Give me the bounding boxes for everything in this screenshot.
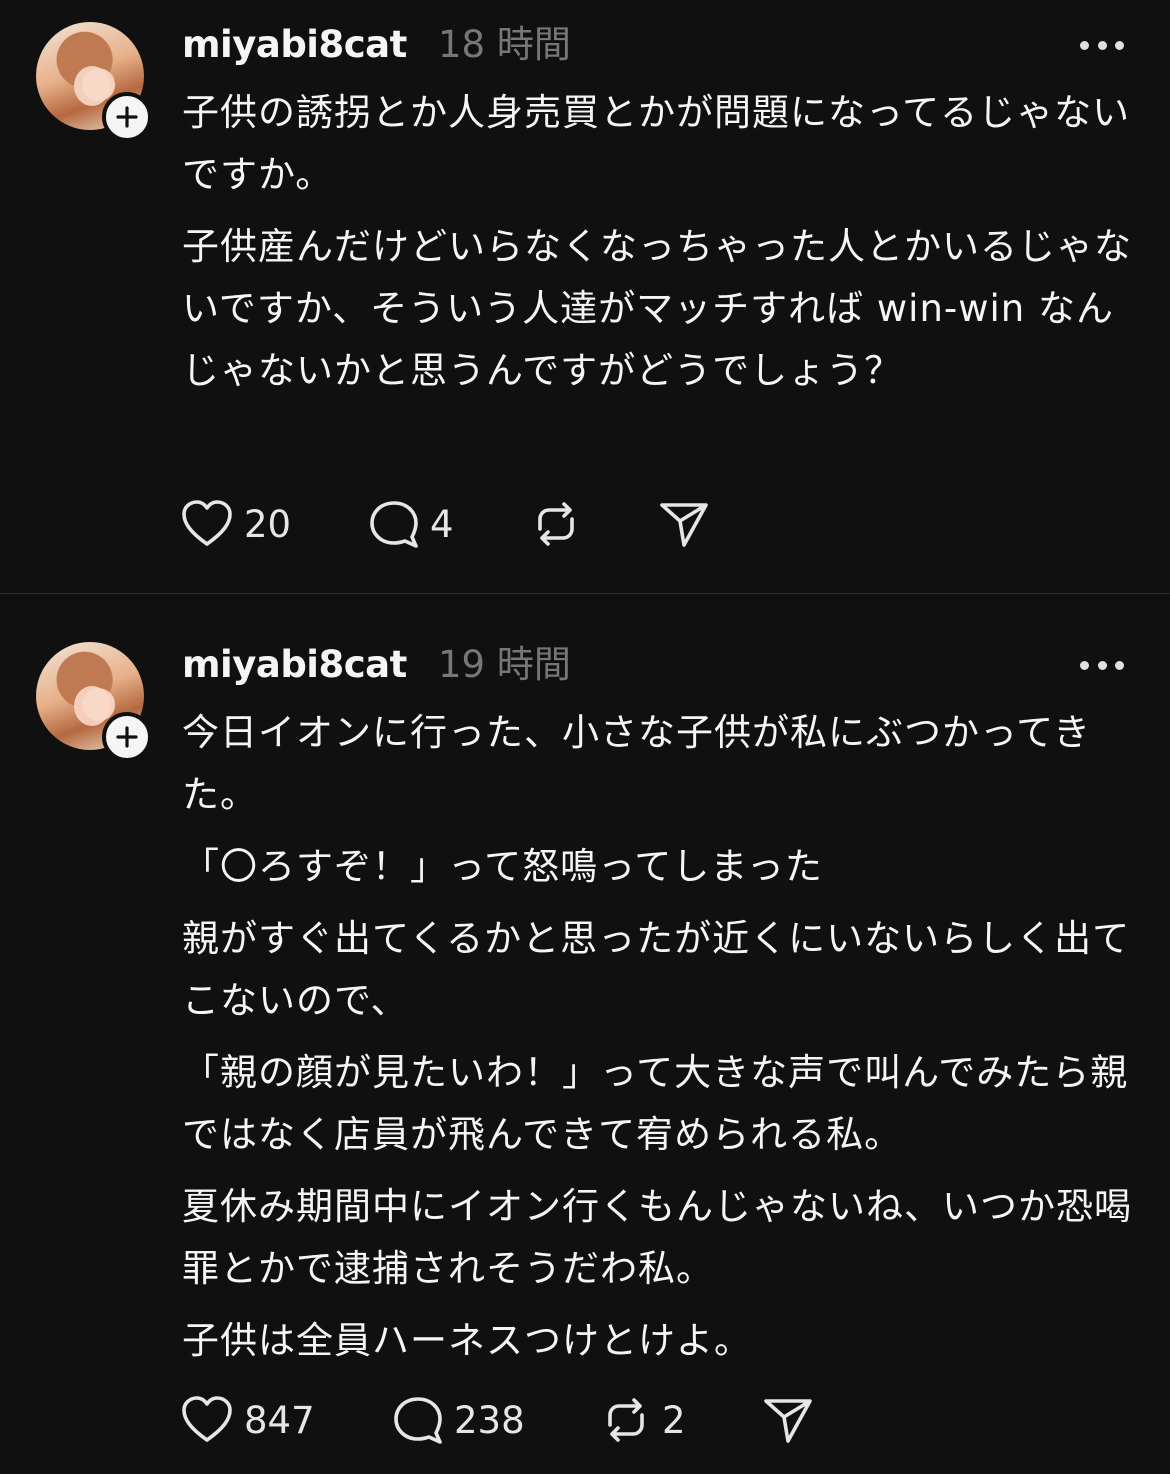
post-paragraph: 「〇ろすぞ！」って怒鳴ってしまった (182, 845, 823, 888)
username[interactable]: miyabi8cat (182, 22, 407, 68)
send-icon (764, 1399, 812, 1443)
post-paragraph: 「親の顔が見たいわ！」って大きな声で叫んでみたら親ではなく店員が飛んできて宥めら… (182, 1051, 1129, 1156)
post-actions: 20 4 (180, 498, 740, 550)
username[interactable]: miyabi8cat (182, 642, 407, 688)
comment-icon (370, 501, 418, 548)
reply-button[interactable]: 4 (368, 498, 454, 550)
post-actions: 847 238 2 (180, 1394, 840, 1446)
post-paragraph: 今日イオンに行った、小さな子供が私にぶつかってきた。 (182, 711, 1092, 816)
post-body: 子供の誘拐とか人身売買とかが問題になってるじゃないですか。 子供産んだけどいらな… (182, 82, 1132, 402)
repost-button[interactable]: 2 (600, 1394, 686, 1446)
like-count: 847 (244, 1398, 315, 1442)
reply-count: 238 (454, 1398, 525, 1442)
like-button[interactable]: 847 (180, 1394, 315, 1446)
repost-button[interactable] (530, 498, 582, 550)
more-icon[interactable] (1080, 38, 1124, 52)
post-paragraph: 子供は全員ハーネスつけとけよ。 (182, 1319, 752, 1362)
post[interactable]: miyabi8cat 19 時間 今日イオンに行った、小さな子供が私にぶつかって… (0, 594, 1170, 1474)
repost-icon (538, 502, 574, 546)
post-paragraph: 子供産んだけどいらなくなっちゃった人とかいるじゃないですか、そういう人達がマッチ… (182, 225, 1132, 392)
post-paragraph: 親がすぐ出てくるかと思ったが近くにいないらしく出てこないので、 (182, 917, 1131, 1022)
like-button[interactable]: 20 (180, 498, 291, 550)
post-body: 今日イオンに行った、小さな子供が私にぶつかってきた。 「〇ろすぞ！」って怒鳴って… (182, 702, 1132, 1372)
reply-count: 4 (430, 502, 454, 546)
share-button[interactable] (658, 498, 710, 550)
follow-button[interactable] (102, 92, 152, 142)
post-paragraph: 夏休み期間中にイオン行くもんじゃないね、いつか恐喝罪とかで逮捕されそうだわ私。 (182, 1185, 1132, 1290)
plus-icon (116, 106, 138, 128)
more-icon[interactable] (1080, 658, 1124, 672)
send-icon (660, 503, 708, 547)
heart-icon (182, 500, 232, 546)
comment-icon (394, 1397, 442, 1444)
like-count: 20 (244, 502, 292, 546)
post-time: 18 時間 (438, 23, 571, 66)
repost-count: 2 (662, 1398, 686, 1442)
post-time: 19 時間 (438, 643, 571, 686)
post-paragraph: 子供の誘拐とか人身売買とかが問題になってるじゃないですか。 (182, 91, 1131, 196)
share-button[interactable] (762, 1394, 814, 1446)
reply-button[interactable]: 238 (392, 1394, 525, 1446)
follow-button[interactable] (102, 712, 152, 762)
heart-icon (182, 1396, 232, 1442)
repost-icon (608, 1398, 644, 1442)
plus-icon (116, 726, 138, 748)
post[interactable]: miyabi8cat 18 時間 子供の誘拐とか人身売買とかが問題になってるじゃ… (0, 0, 1170, 593)
